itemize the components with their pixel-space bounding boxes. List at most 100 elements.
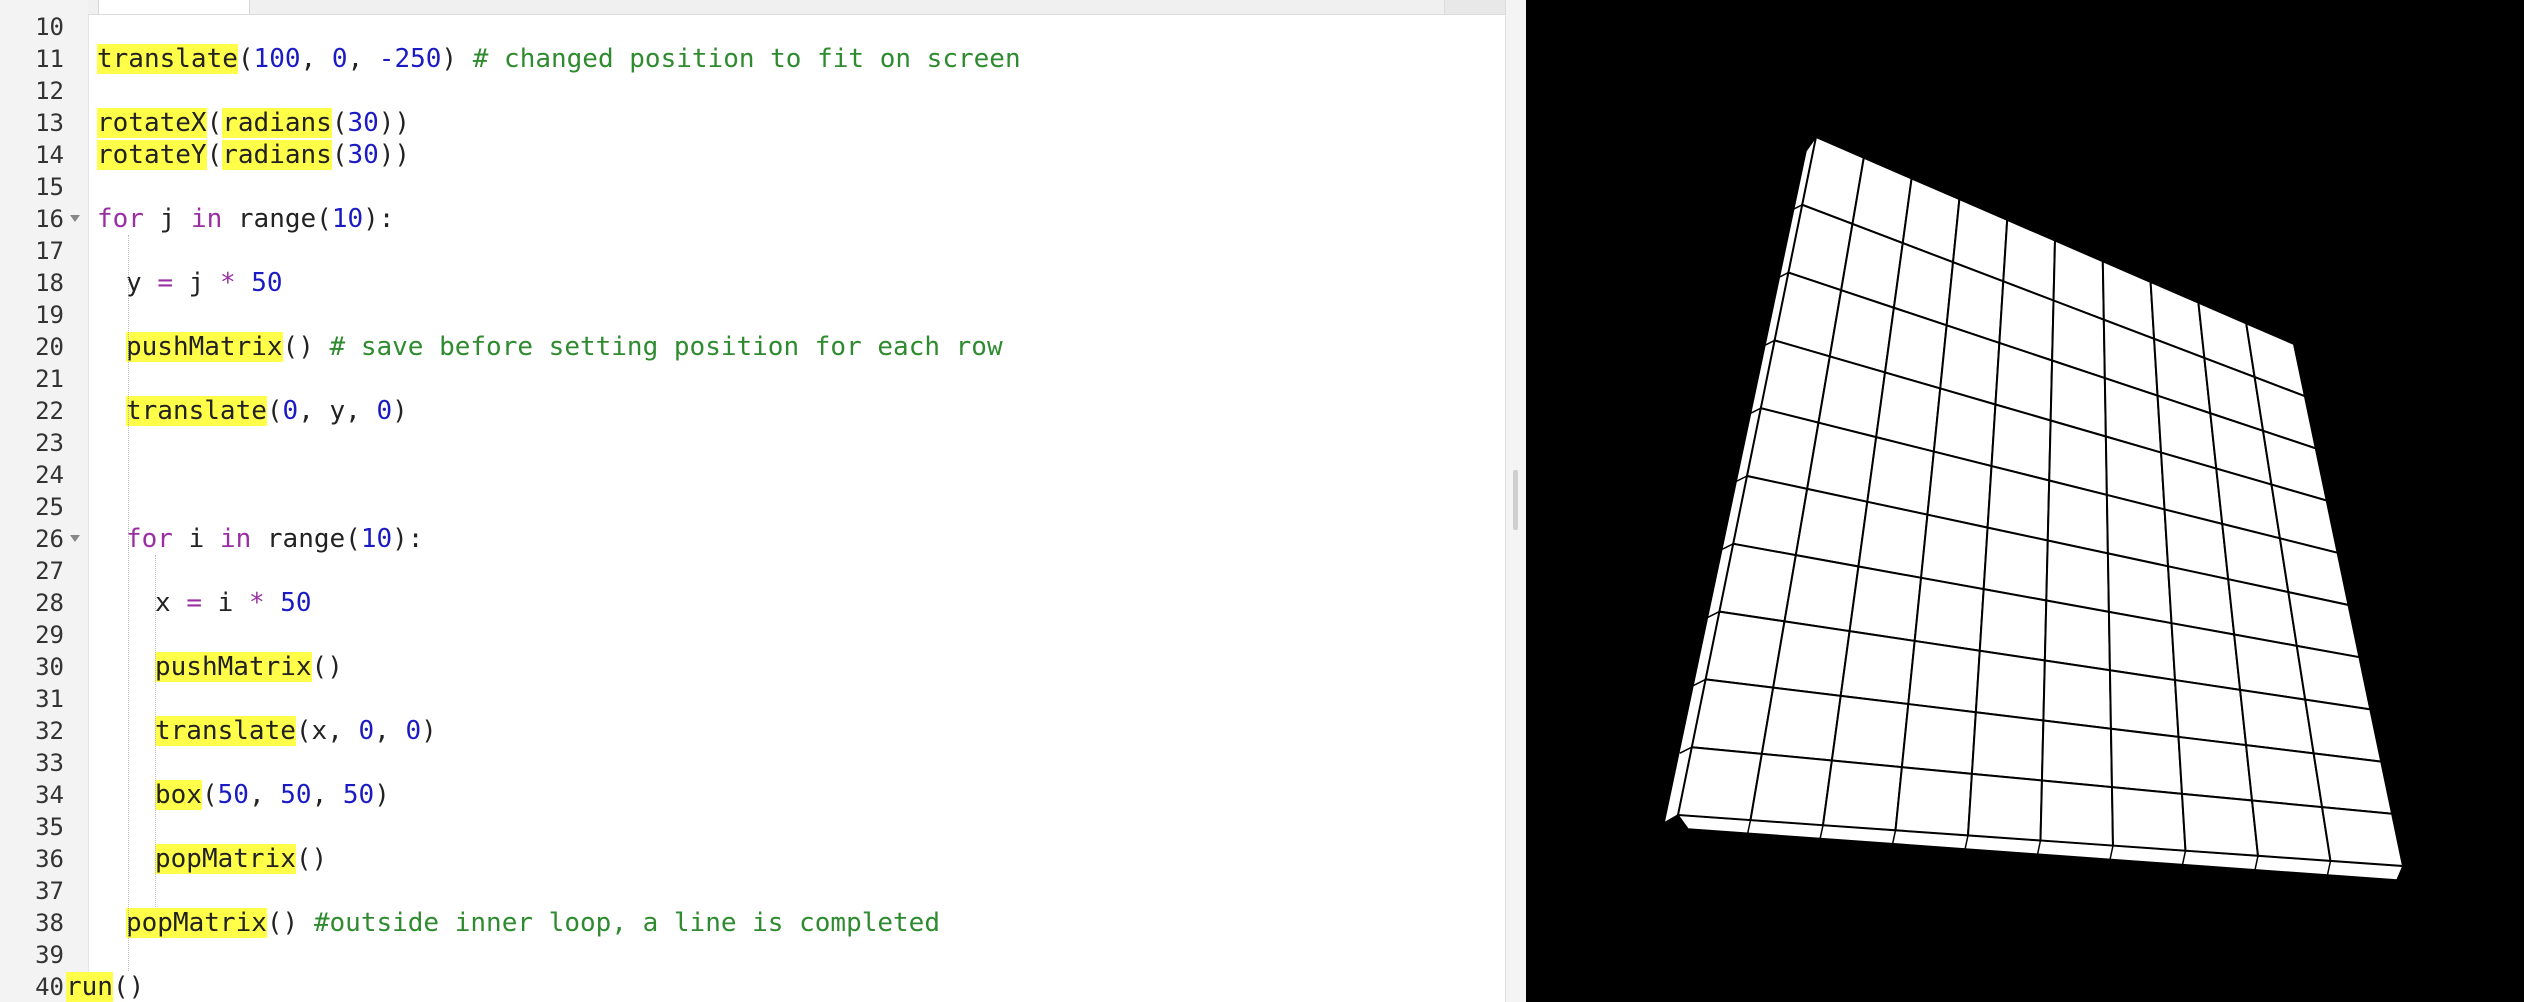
code-token: range( [251,524,361,554]
code-line[interactable]: 24 [0,459,1505,491]
code-line[interactable]: 13 rotateX(radians(30)) [0,107,1505,139]
splitter-grip-handle[interactable] [1513,470,1518,530]
grid-box-face [2040,719,2113,789]
grid-box-face [2107,610,2177,682]
code-line[interactable]: 39 [0,939,1505,971]
grid-box-face [1978,587,2048,662]
grid-box-face [2045,539,2110,614]
grid-box-face [2238,688,2315,755]
line-number: 27 [35,557,64,585]
code-line[interactable]: 27 [0,555,1505,587]
code-token: () [282,332,330,362]
number-token: 0 [282,396,299,426]
code-token: ( [266,396,283,426]
function-token: rotateY [97,140,207,170]
code-line[interactable]: 23 [0,427,1505,459]
code-text: y = j * 50 [126,267,283,299]
code-line[interactable]: 33 [0,747,1505,779]
fold-arrow-icon[interactable] [70,535,80,542]
code-line[interactable]: 11 translate(100, 0, -250) # changed posi… [0,43,1505,75]
line-number: 18 [35,269,64,297]
sketch-output-canvas [1526,0,2524,1002]
code-token: ( [237,44,254,74]
code-line[interactable]: 26 for i in range(10): [0,523,1505,555]
code-line[interactable]: 15 [0,171,1505,203]
keyword-token: * [219,268,236,298]
function-token: run [66,972,113,1002]
grid-box-face [1966,772,2043,842]
fold-arrow-icon[interactable] [70,215,80,222]
code-line[interactable]: 22 translate(0, y, 0) [0,395,1505,427]
code-line[interactable]: 38 popMatrix() #outside inner loop, a lin… [0,907,1505,939]
keyword-token: * [248,588,265,618]
code-line[interactable]: 19 [0,299,1505,331]
function-token: radians [222,140,332,170]
code-token: i [172,524,220,554]
code-line[interactable]: 32 translate(x, 0, 0) [0,715,1505,747]
grid-box-face [2109,727,2184,795]
code-text: for j in range(10): [97,203,394,235]
code-text: pushMatrix() # save before setting posit… [126,331,1003,363]
pane-splitter[interactable] [1505,0,1527,1002]
code-line[interactable]: 30 pushMatrix() [0,651,1505,683]
grid-box-face [1839,630,1916,706]
code-text: rotateX(radians(30)) [97,107,410,139]
number-token: 10 [331,204,364,234]
code-line[interactable]: 29 [0,619,1505,651]
line-number: 29 [35,621,64,649]
code-token: ) [421,716,437,746]
code-token: , [300,44,332,74]
number-token: 50 [280,780,312,810]
code-line[interactable]: 40 run() [0,971,1505,1002]
code-token: range( [222,204,332,234]
code-line[interactable]: 17 [0,235,1505,267]
code-line[interactable]: 34 box(50, 50, 50) [0,779,1505,811]
code-line[interactable]: 16 for j in range(10): [0,203,1505,235]
grid-box-face [2170,621,2242,692]
line-number: 16 [35,205,64,233]
grid-box-face [1974,649,2046,722]
grid-box-face [1783,553,1860,633]
code-line[interactable]: 28 x = i * 50 [0,587,1505,619]
number-token: 10 [360,524,393,554]
grid-box-face [2304,698,2383,763]
code-line[interactable]: 36 popMatrix() [0,843,1505,875]
code-token: ( [206,140,223,170]
code-line[interactable]: 25 [0,491,1505,523]
grid-box-face [1806,421,1878,504]
code-line[interactable]: 37 [0,875,1505,907]
code-editor[interactable]: 10 11 translate(100, 0, -250) # changed po… [0,0,1505,1002]
code-token: ( [206,108,223,138]
line-number: 35 [35,813,64,841]
keyword-token: = [186,588,202,618]
number-token: 0 [405,716,422,746]
code-line[interactable]: 21 [0,363,1505,395]
grid-box-face [1919,513,1989,591]
line-number: 17 [35,237,64,265]
grid-box-face [2180,792,2260,857]
line-number: 14 [35,141,64,169]
line-number: 26 [35,525,64,553]
grid-box-face [2039,779,2115,847]
code-token: j [143,204,191,234]
code-line[interactable]: 14 rotateY(radians(30)) [0,139,1505,171]
code-line[interactable]: 12 [0,75,1505,107]
comment-token: # save before setting position for each … [329,332,1003,362]
grid-box-face [1894,766,1973,837]
code-line[interactable]: 35 [0,811,1505,843]
function-token: popMatrix [155,844,296,874]
line-number: 34 [35,781,64,809]
code-line[interactable]: 31 [0,683,1505,715]
code-token: , [347,44,379,74]
code-text: for i in range(10): [126,523,423,555]
code-line[interactable]: 20 pushMatrix() # save before setting pos… [0,331,1505,363]
function-token: box [155,780,202,810]
number-token: 50 [251,268,283,298]
indent-guide [128,235,129,971]
code-line[interactable]: 10 [0,11,1505,43]
function-token: radians [222,108,332,138]
code-line[interactable]: 18 y = j * 50 [0,267,1505,299]
grid-box-face [1830,694,1910,769]
line-number: 22 [35,397,64,425]
